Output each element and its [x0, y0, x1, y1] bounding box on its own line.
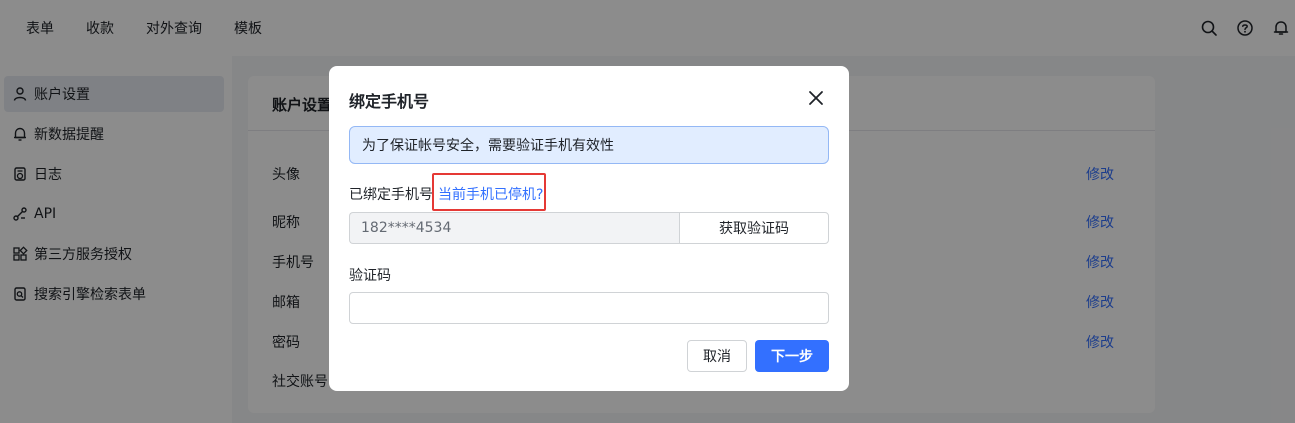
- get-code-button[interactable]: 获取验证码: [679, 212, 829, 244]
- phone-suspended-link[interactable]: 当前手机已停机?: [438, 184, 543, 204]
- verification-code-input[interactable]: [349, 292, 829, 324]
- bound-phone-field: 182****4534: [349, 212, 680, 244]
- dialog-title: 绑定手机号: [349, 92, 430, 111]
- close-icon[interactable]: [807, 89, 825, 107]
- next-step-button[interactable]: 下一步: [755, 340, 829, 372]
- bound-phone-label: 已绑定手机号: [349, 187, 433, 203]
- verification-code-label: 验证码: [349, 268, 391, 284]
- phone-link-highlight: 当前手机已停机?: [432, 173, 546, 211]
- cancel-button[interactable]: 取消: [687, 340, 747, 372]
- security-notice: 为了保证帐号安全，需要验证手机有效性: [349, 126, 829, 164]
- bind-phone-dialog: 绑定手机号 为了保证帐号安全，需要验证手机有效性 已绑定手机号 当前手机已停机?…: [329, 66, 849, 391]
